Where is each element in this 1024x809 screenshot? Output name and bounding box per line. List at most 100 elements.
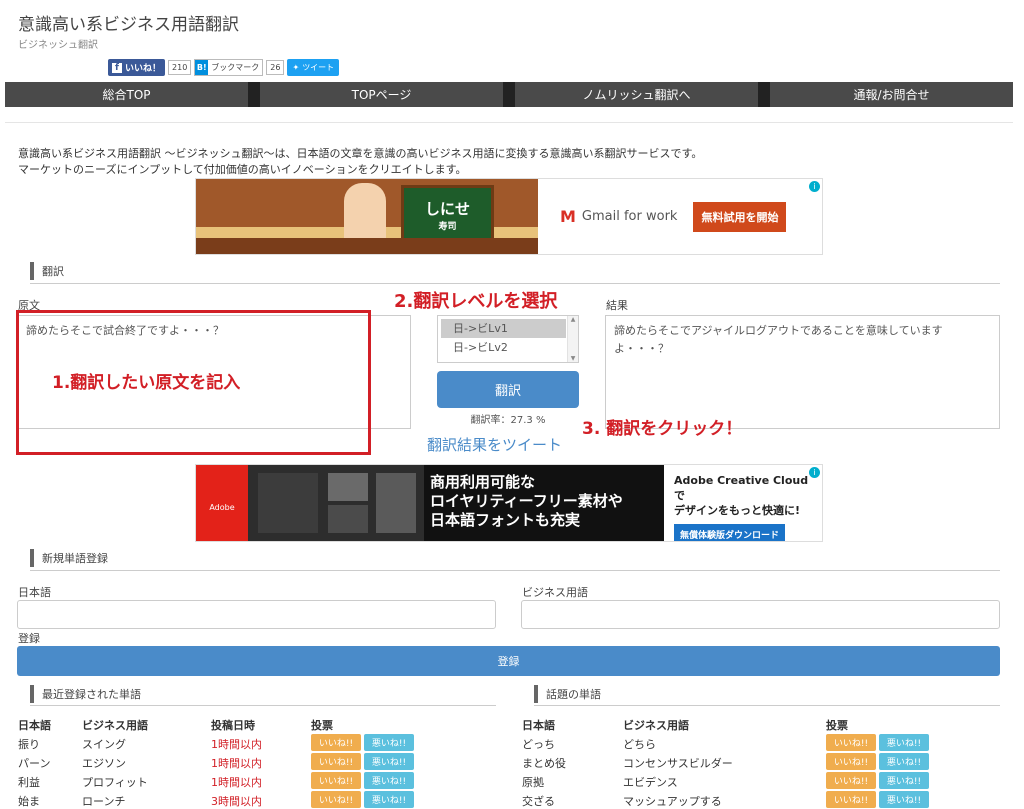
recent-ja: パーン: [18, 757, 51, 770]
ad-info-icon[interactable]: i: [809, 467, 820, 478]
popular-biz: どちら: [623, 738, 656, 751]
annotation-step-1: 1.翻訳したい原文を記入: [52, 373, 241, 393]
adobe-copy-line-3: 日本語フォントも充実: [430, 511, 581, 529]
level-select[interactable]: 日->ビLv1 日->ビLv2 ▲ ▼: [437, 315, 579, 363]
tweet-label: ツイート: [302, 63, 335, 72]
nav-item-contact[interactable]: 通報/お問合せ: [758, 82, 1013, 107]
popular-ja: どっち: [522, 738, 555, 751]
level-option-1[interactable]: 日->ビLv1: [441, 319, 566, 338]
adobe-download-button[interactable]: 無償体験版ダウンロード: [674, 524, 786, 541]
ad-info-icon[interactable]: i: [809, 181, 820, 192]
popular-ja: まとめ役: [522, 757, 566, 770]
site-title: 意識高い系ビジネス用語翻訳: [18, 15, 239, 35]
vote-good-button[interactable]: いいね!!: [826, 753, 876, 770]
vote-good-button[interactable]: いいね!!: [311, 753, 361, 770]
hatena-bookmark-button[interactable]: B! ブックマーク: [194, 59, 264, 76]
level-select-scrollbar[interactable]: ▲ ▼: [567, 316, 578, 362]
hatena-count: 26: [266, 60, 285, 75]
adobe-right-line-2: デザインをもっと快適に!: [674, 504, 801, 517]
recent-header-time: 投稿日時: [211, 719, 255, 732]
vote-bad-button[interactable]: 悪いね!!: [364, 734, 414, 751]
vote-bad-button[interactable]: 悪いね!!: [364, 791, 414, 808]
recent-ja: 振り: [18, 738, 40, 751]
business-input[interactable]: [521, 600, 1000, 629]
business-field-label: ビジネス用語: [522, 586, 588, 599]
popular-biz: エビデンス: [623, 776, 678, 789]
popular-ja: 交ざる: [522, 795, 555, 808]
intro-line-1: 意識高い系ビジネス用語翻訳 〜ビジネッシュ翻訳〜は、日本語の文章を意識の高いビジ…: [18, 147, 703, 160]
vote-bad-button[interactable]: 悪いね!!: [879, 791, 929, 808]
result-label: 結果: [606, 299, 628, 312]
facebook-like-count: 210: [168, 60, 192, 75]
hatena-label: ブックマーク: [211, 63, 260, 72]
popular-header-vote: 投票: [826, 719, 848, 732]
gmail-icon: M: [560, 207, 576, 226]
shop-sign: しにせ 寿司: [401, 185, 494, 241]
popular-biz: コンセンサスビルダー: [623, 757, 733, 770]
hatena-icon: B!: [195, 60, 209, 75]
vote-bad-button[interactable]: 悪いね!!: [879, 753, 929, 770]
shop-sign-sub: 寿司: [438, 222, 457, 232]
nav-divider: [5, 122, 1013, 123]
sushi-shop-illustration: しにせ 寿司: [196, 179, 538, 254]
level-option-2[interactable]: 日->ビLv2: [441, 338, 566, 357]
gmail-ad-banner[interactable]: しにせ 寿司 M Gmail for work 無料試用を開始 i: [195, 178, 823, 255]
popular-header-business: ビジネス用語: [623, 719, 689, 732]
recent-time: 3時間以内: [211, 795, 262, 808]
recent-biz: スイング: [82, 738, 126, 751]
translate-section-title: 翻訳: [30, 262, 64, 280]
intro-line-2: マーケットのニーズにインプットして付加価値の高いイノベーションをクリエイトします…: [18, 163, 467, 176]
translate-section-line: [30, 283, 1000, 284]
vote-bad-button[interactable]: 悪いね!!: [879, 734, 929, 751]
japanese-input[interactable]: [17, 600, 496, 629]
recent-header-business: ビジネス用語: [82, 719, 148, 732]
vote-good-button[interactable]: いいね!!: [826, 734, 876, 751]
recent-ja: 利益: [18, 776, 40, 789]
recent-time: 1時間以内: [211, 738, 262, 751]
tweet-button[interactable]: ✦ ツイート: [287, 59, 340, 76]
adobe-ad-banner[interactable]: Adobe 商用利用可能な ロイヤリティーフリー素材や 日本語フォントも充実 A…: [195, 464, 823, 542]
popular-section-line: [534, 705, 1000, 706]
sushi-counter: [196, 238, 538, 254]
gmail-trial-button[interactable]: 無料試用を開始: [693, 201, 787, 232]
scroll-down-icon[interactable]: ▼: [568, 355, 578, 362]
vote-good-button[interactable]: いいね!!: [826, 791, 876, 808]
scroll-up-icon[interactable]: ▲: [568, 316, 578, 323]
vote-good-button[interactable]: いいね!!: [826, 772, 876, 789]
translate-button[interactable]: 翻訳: [437, 371, 579, 408]
vote-bad-button[interactable]: 悪いね!!: [879, 772, 929, 789]
vote-bad-button[interactable]: 悪いね!!: [364, 753, 414, 770]
facebook-icon: f: [112, 62, 122, 73]
tweet-result-link[interactable]: 翻訳結果をツイート: [427, 434, 562, 455]
popular-biz: マッシュアップする: [623, 795, 722, 808]
recent-time: 1時間以内: [211, 776, 262, 789]
vote-good-button[interactable]: いいね!!: [311, 791, 361, 808]
shop-sign-text: しにせ: [424, 200, 470, 218]
main-nav: 総合TOP TOPページ ノムリッシュ翻訳へ 通報/お問合せ: [5, 82, 1013, 107]
adobe-ad-cta-area: Adobe Creative Cloudで デザインをもっと快適に! 無償体験版…: [664, 465, 822, 541]
annotation-step-2: 2.翻訳レベルを選択: [394, 291, 558, 312]
adobe-copy-line-2: ロイヤリティーフリー素材や: [430, 492, 623, 510]
vote-good-button[interactable]: いいね!!: [311, 772, 361, 789]
nav-item-nomurish[interactable]: ノムリッシュ翻訳へ: [503, 82, 758, 107]
register-button[interactable]: 登録: [17, 646, 1000, 676]
social-buttons: f いいね！ 210 B! ブックマーク 26 ✦ ツイート: [108, 59, 340, 76]
annotation-step-3: 3. 翻訳をクリック！: [582, 419, 743, 439]
ad1-content: M Gmail for work 無料試用を開始: [538, 179, 822, 254]
result-textarea[interactable]: 諦めたらそこでアジャイルログアウトであることを意味していますよ・・・？: [605, 315, 1000, 429]
adobe-logo: Adobe: [196, 465, 248, 541]
vote-good-button[interactable]: いいね!!: [311, 734, 361, 751]
vote-bad-button[interactable]: 悪いね!!: [364, 772, 414, 789]
twitter-bird-icon: ✦: [292, 63, 300, 72]
facebook-like-button[interactable]: f いいね！: [108, 59, 166, 76]
nav-item-top[interactable]: 総合TOP: [5, 82, 248, 107]
popular-header-japanese: 日本語: [522, 719, 555, 732]
adobe-ad-artwork: [248, 465, 424, 541]
nav-item-top-page[interactable]: TOPページ: [248, 82, 503, 107]
register-submit-label: 登録: [18, 632, 40, 645]
intro-text: 意識高い系ビジネス用語翻訳 〜ビジネッシュ翻訳〜は、日本語の文章を意識の高いビジ…: [18, 146, 702, 178]
recent-section-line: [30, 705, 496, 706]
facebook-like-label: いいね！: [125, 64, 162, 74]
recent-header-japanese: 日本語: [18, 719, 51, 732]
recent-ja: 始ま: [18, 795, 40, 808]
